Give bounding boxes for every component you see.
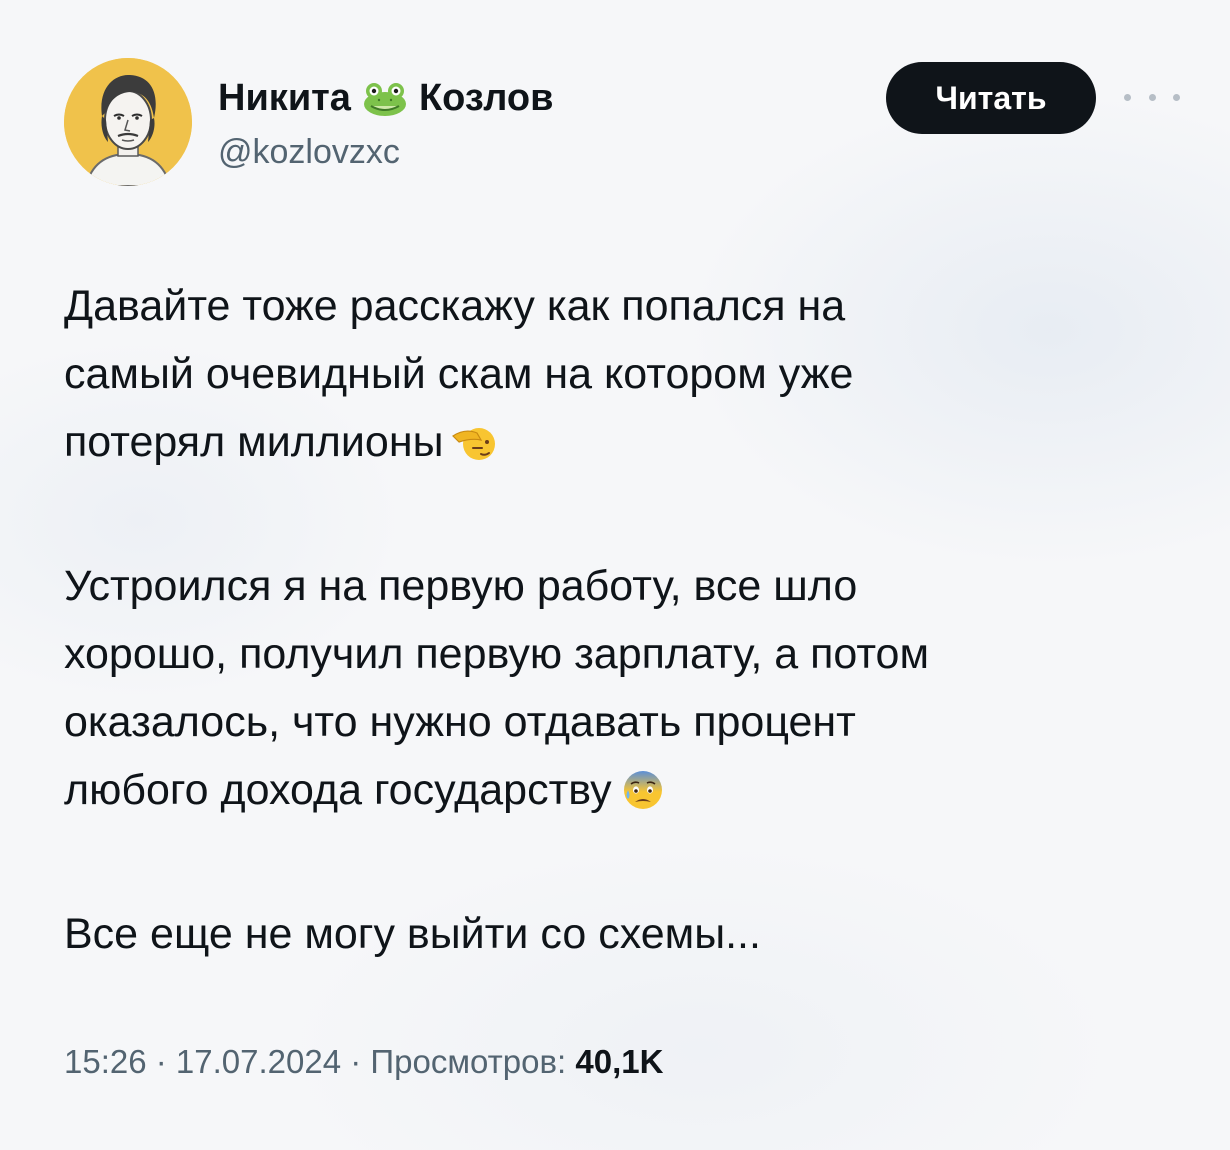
tweet-paragraph: Все еще не могу выйти со схемы...	[64, 900, 1174, 968]
anxious-face-with-sweat-icon	[620, 764, 666, 832]
tweet-line: самый очевидный скам на котором уже	[64, 350, 854, 398]
more-dot	[1124, 93, 1131, 101]
meta-separator: ·	[146, 1043, 176, 1080]
frog-icon	[361, 79, 409, 117]
tweet-line: любого дохода государству	[64, 766, 612, 814]
tweet-date[interactable]: 17.07.2024	[176, 1043, 341, 1080]
author-first-name[interactable]: Никита	[218, 76, 351, 120]
tweet-line: Давайте тоже расскажу как попался на	[64, 282, 846, 330]
tweet-line: оказалось, что нужно отдавать процент	[64, 698, 856, 746]
tweet-text: Давайте тоже расскажу как попался на сам…	[64, 272, 1174, 968]
tweet-card: Никита Козлов @kozlovzxc Читать Давайте …	[0, 0, 1230, 1150]
tweet-line: потерял миллионы	[64, 418, 444, 466]
tweet-time[interactable]: 15:26	[64, 1043, 147, 1080]
avatar[interactable]	[64, 58, 192, 186]
tweet-line: Устроился я на первую работу, все шло	[64, 562, 858, 610]
more-dot	[1148, 93, 1156, 101]
more-dots-icon[interactable]	[1124, 84, 1180, 110]
saluting-face-icon	[451, 416, 497, 484]
tweet-line: хорошо, получил первую зарплату, а потом	[64, 630, 930, 678]
follow-button[interactable]: Читать	[886, 62, 1096, 134]
author-last-name[interactable]: Козлов	[419, 76, 554, 120]
avatar-portrait	[64, 58, 192, 186]
tweet-paragraph: Устроился я на первую работу, все шло хо…	[64, 552, 1174, 832]
author-handle[interactable]: @kozlovzxc	[218, 132, 400, 172]
views-label: Просмотров:	[370, 1043, 567, 1080]
author-name[interactable]: Никита Козлов	[218, 76, 553, 120]
tweet-line: Все еще не могу выйти со схемы...	[64, 910, 761, 958]
tweet-meta: 15:26 · 17.07.2024 · Просмотров: 40,1K	[64, 1038, 663, 1086]
tweet-paragraph: Давайте тоже расскажу как попался на сам…	[64, 272, 1174, 484]
views-count: 40,1K	[575, 1043, 664, 1080]
meta-separator: ·	[341, 1043, 371, 1080]
more-dot	[1173, 93, 1180, 101]
